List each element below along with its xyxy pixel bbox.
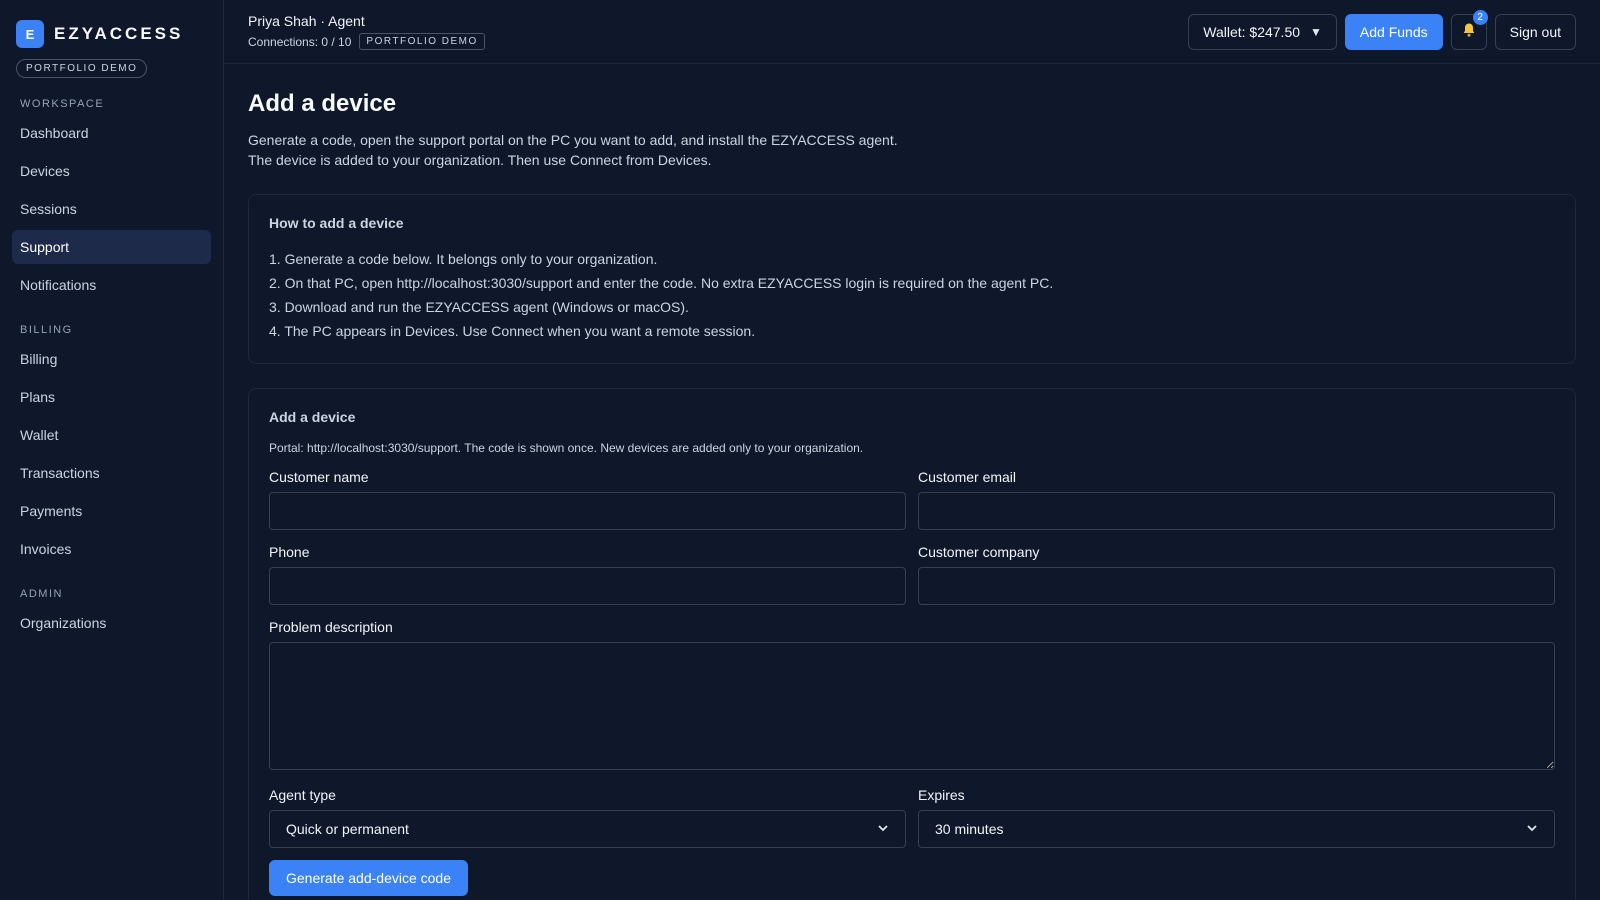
top-actions: Wallet: $247.50 ▼ Add Funds 2 Sign out xyxy=(1188,9,1576,50)
sidebar-item-plans[interactable]: Plans xyxy=(12,380,211,414)
agent-type-field: Agent type Quick or permanent xyxy=(269,787,906,848)
customer-name-input[interactable] xyxy=(269,492,906,530)
page-content: Add a device Generate a code, open the s… xyxy=(224,64,1600,900)
expires-select[interactable]: 30 minutes xyxy=(918,810,1555,848)
brand-logo-icon: E xyxy=(16,20,44,48)
customer-email-input[interactable] xyxy=(918,492,1555,530)
wallet-dropdown[interactable]: Wallet: $247.50 ▼ xyxy=(1188,13,1337,50)
form-title: Add a device xyxy=(269,409,356,425)
brand-name: EZYACCESS xyxy=(54,24,184,43)
brand[interactable]: E EZYACCESS xyxy=(12,20,211,48)
howto-step: 3. Download and run the EZYACCESS agent … xyxy=(269,299,689,315)
sidebar-item-notifications[interactable]: Notifications xyxy=(12,268,211,302)
howto-step: 4. The PC appears in Devices. Use Connec… xyxy=(269,323,756,339)
sidebar-item-dashboard[interactable]: Dashboard xyxy=(12,116,211,150)
sidebar: E EZYACCESS PORTFOLIO DEMO WORKSPACE Das… xyxy=(0,0,224,900)
caret-down-icon: ▼ xyxy=(1310,24,1322,39)
chevron-down-icon xyxy=(1526,821,1538,837)
howto-steps: 1. Generate a code below. It belongs onl… xyxy=(269,247,1555,343)
expires-value: 30 minutes xyxy=(935,821,1004,837)
problem-description-field: Problem description xyxy=(269,619,1555,773)
intro-line-2: The device is added to your organization… xyxy=(248,152,712,168)
portfolio-demo-tag: PORTFOLIO DEMO xyxy=(359,33,485,50)
howto-title: How to add a device xyxy=(269,215,404,231)
phone-field: Phone xyxy=(269,544,906,605)
expires-label: Expires xyxy=(918,787,965,803)
customer-name-field: Customer name xyxy=(269,469,906,530)
agent-type-select[interactable]: Quick or permanent xyxy=(269,810,906,848)
portal-note: Portal: http://localhost:3030/support. T… xyxy=(269,441,864,455)
user-name: Priya Shah · Agent xyxy=(248,13,365,29)
customer-company-input[interactable] xyxy=(918,567,1555,605)
customer-email-label: Customer email xyxy=(918,469,1017,485)
app-root: E EZYACCESS PORTFOLIO DEMO WORKSPACE Das… xyxy=(0,0,1600,900)
problem-description-label: Problem description xyxy=(269,619,393,635)
notification-count-badge: 2 xyxy=(1472,9,1488,25)
bell-icon xyxy=(1461,22,1477,41)
main-area: Priya Shah · Agent Connections: 0 / 10 P… xyxy=(224,0,1600,900)
sidebar-item-payments[interactable]: Payments xyxy=(12,494,211,528)
notifications-button[interactable]: 2 xyxy=(1450,9,1488,50)
customer-company-field: Customer company xyxy=(918,544,1555,605)
sidebar-item-billing[interactable]: Billing xyxy=(12,342,211,376)
sign-out-button[interactable]: Sign out xyxy=(1494,13,1576,50)
howto-card: How to add a device 1. Generate a code b… xyxy=(248,194,1576,364)
customer-email-field: Customer email xyxy=(918,469,1555,530)
connections-count: Connections: 0 / 10 xyxy=(248,34,352,49)
nav-section-billing: BILLING xyxy=(20,324,73,336)
phone-input[interactable] xyxy=(269,567,906,605)
howto-step: 2. On that PC, open http://localhost:303… xyxy=(269,275,1054,291)
customer-company-label: Customer company xyxy=(918,544,1040,560)
generate-code-button[interactable]: Generate add-device code xyxy=(269,860,468,896)
nav-section-workspace: WORKSPACE xyxy=(20,98,105,110)
sidebar-item-invoices[interactable]: Invoices xyxy=(12,532,211,566)
sidebar-item-wallet[interactable]: Wallet xyxy=(12,418,211,452)
sidebar-item-support[interactable]: Support xyxy=(12,230,211,264)
connections-row: Connections: 0 / 10 PORTFOLIO DEMO xyxy=(248,33,485,50)
agent-type-label: Agent type xyxy=(269,787,336,803)
portfolio-demo-pill: PORTFOLIO DEMO xyxy=(16,59,148,78)
add-device-form-card: Add a device Portal: http://localhost:30… xyxy=(248,388,1576,900)
top-bar: Priya Shah · Agent Connections: 0 / 10 P… xyxy=(224,0,1600,64)
expires-field: Expires 30 minutes xyxy=(918,787,1555,848)
user-info: Priya Shah · Agent Connections: 0 / 10 P… xyxy=(248,13,485,50)
nav-section-admin: ADMIN xyxy=(20,588,63,600)
add-device-form: Customer name Customer email Phone Custo… xyxy=(269,455,1555,848)
sidebar-item-organizations[interactable]: Organizations xyxy=(12,606,211,640)
sidebar-item-devices[interactable]: Devices xyxy=(12,154,211,188)
sidebar-item-transactions[interactable]: Transactions xyxy=(12,456,211,490)
customer-name-label: Customer name xyxy=(269,469,369,485)
add-funds-button[interactable]: Add Funds xyxy=(1344,13,1443,50)
wallet-balance: Wallet: $247.50 xyxy=(1203,23,1301,40)
intro-line-1: Generate a code, open the support portal… xyxy=(248,132,898,148)
howto-step: 1. Generate a code below. It belongs onl… xyxy=(269,251,658,267)
phone-label: Phone xyxy=(269,544,310,560)
agent-type-value: Quick or permanent xyxy=(286,821,409,837)
sidebar-item-sessions[interactable]: Sessions xyxy=(12,192,211,226)
page-title: Add a device xyxy=(248,90,397,117)
page-intro: Generate a code, open the support portal… xyxy=(248,130,1576,170)
chevron-down-icon xyxy=(877,821,889,837)
problem-description-textarea[interactable] xyxy=(269,642,1555,770)
